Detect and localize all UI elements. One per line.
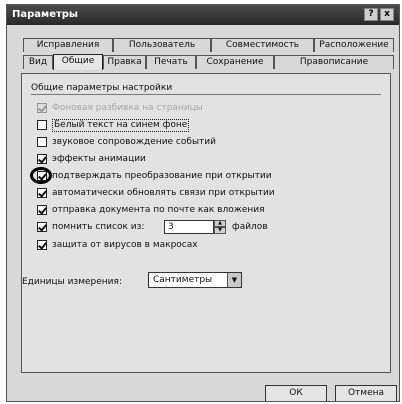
option-label: эффекты анимации xyxy=(52,154,146,164)
option-label: подтверждать преобразование при открытии xyxy=(52,171,272,181)
tab-user[interactable]: Пользователь xyxy=(113,38,211,52)
group-divider xyxy=(31,94,381,95)
spin-up-button[interactable]: ▲ xyxy=(214,220,226,227)
option-label: звуковое сопровождение событий xyxy=(52,137,216,147)
units-label: Единицы измерения: xyxy=(22,277,122,287)
option-label: отправка документа по почте как вложения xyxy=(52,205,265,215)
option-label: помнить список из: xyxy=(52,222,145,232)
tab-save[interactable]: Сохранение xyxy=(196,55,274,69)
recent-files-unit-label: файлов xyxy=(232,222,268,232)
close-button[interactable]: x xyxy=(380,8,394,21)
option-label: Белый текст на синем фоне xyxy=(52,119,190,132)
options-dialog: Параметры ? x Исправления Пользователь С… xyxy=(6,4,400,402)
tab-print[interactable]: Печать xyxy=(146,55,196,69)
check-icon xyxy=(38,222,47,232)
check-icon xyxy=(38,188,47,198)
tab-corrections[interactable]: Исправления xyxy=(23,38,113,52)
tab-general[interactable]: Общие xyxy=(53,54,103,70)
tab-view[interactable]: Вид xyxy=(23,55,53,69)
recent-files-count-input[interactable]: 3 xyxy=(164,220,214,234)
option-label: защита от вирусов в макросах xyxy=(52,240,198,250)
tabs-row-bottom: Вид Общие Правка Печать Сохранение Право… xyxy=(23,54,394,70)
checkbox[interactable] xyxy=(37,103,47,113)
check-icon xyxy=(38,103,47,113)
units-selected-value: Сантиметры xyxy=(153,275,213,285)
highlight-circle xyxy=(30,167,52,184)
title-bar: Параметры ? x xyxy=(7,5,399,25)
checkbox[interactable] xyxy=(37,222,47,232)
help-button[interactable]: ? xyxy=(364,8,378,21)
check-icon xyxy=(38,205,47,215)
checkbox[interactable] xyxy=(37,120,47,130)
tab-location[interactable]: Расположение xyxy=(314,38,394,52)
tab-compatibility[interactable]: Совместимость xyxy=(211,38,314,52)
cancel-button[interactable]: Отмена xyxy=(335,385,397,401)
units-select[interactable]: Сантиметры ▼ xyxy=(148,272,242,288)
checkbox[interactable] xyxy=(37,154,47,164)
option-label: Фоновая разбивка на страницы xyxy=(52,103,203,113)
group-title: Общие параметры настройки xyxy=(31,83,173,93)
tab-edit[interactable]: Правка xyxy=(103,55,146,69)
option-label: автоматически обновлять связи при открыт… xyxy=(52,188,275,198)
chevron-down-icon[interactable]: ▼ xyxy=(227,273,241,287)
checkbox[interactable] xyxy=(37,137,47,147)
checkbox[interactable] xyxy=(37,188,47,198)
spin-down-button[interactable]: ▼ xyxy=(214,227,226,234)
checkbox[interactable] xyxy=(37,205,47,215)
tabs-row-top: Исправления Пользователь Совместимость Р… xyxy=(23,38,394,52)
ok-button[interactable]: ОК xyxy=(265,385,327,401)
check-icon xyxy=(38,154,47,164)
check-icon xyxy=(38,240,47,250)
tab-spelling[interactable]: Правописание xyxy=(274,55,394,69)
checkbox[interactable] xyxy=(37,240,47,250)
dialog-title: Параметры xyxy=(12,9,78,20)
